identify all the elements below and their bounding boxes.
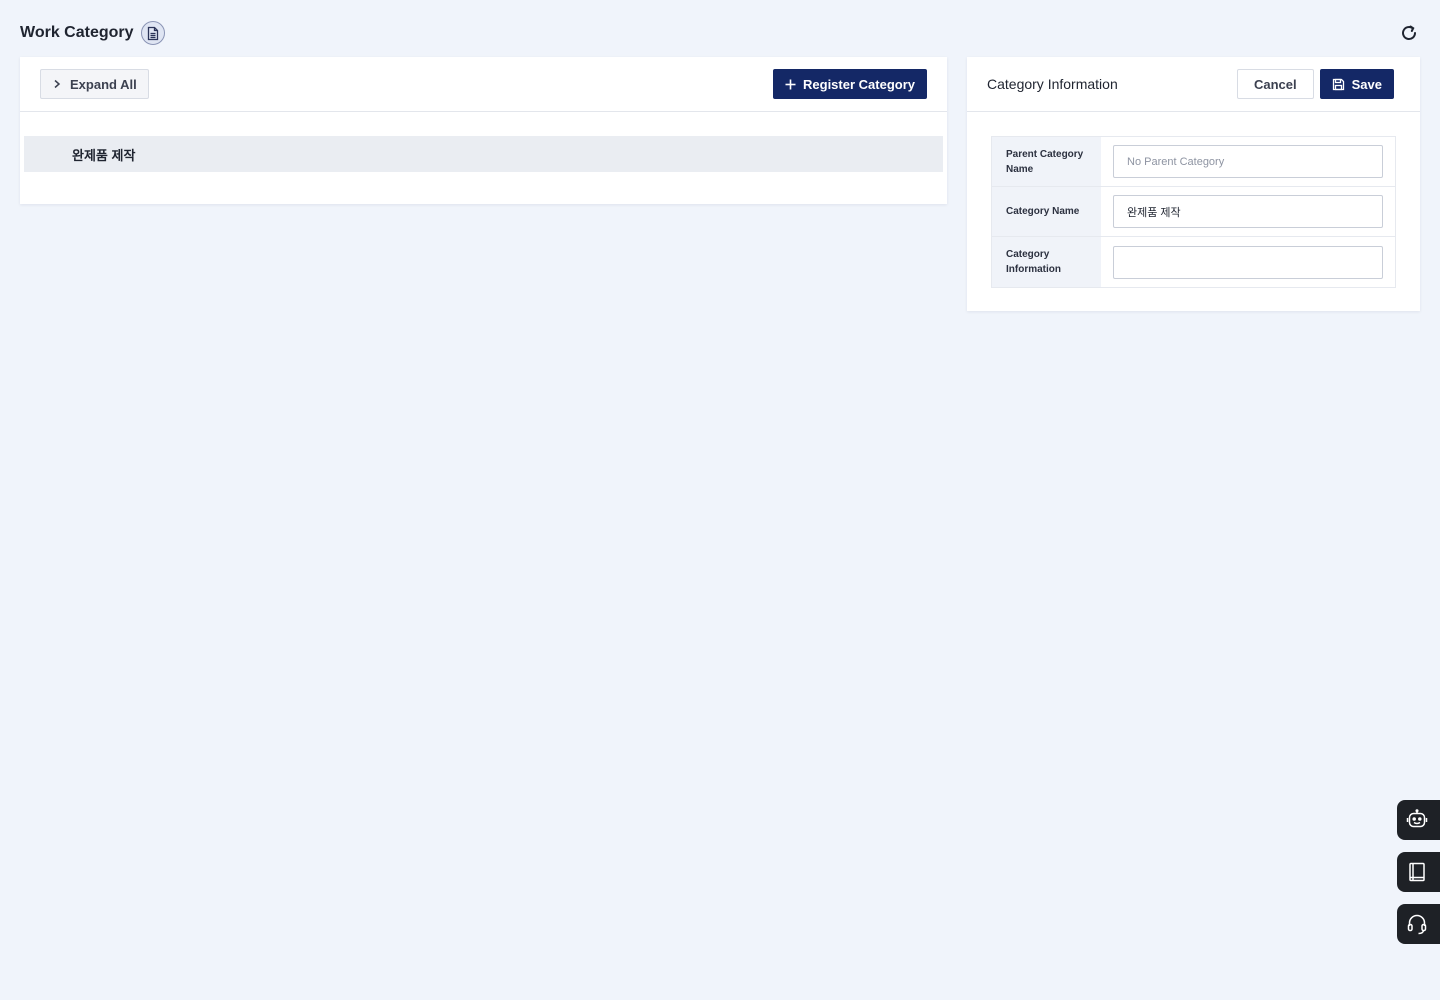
tree-item-label: 완제품 제작 — [72, 147, 136, 163]
save-icon — [1332, 78, 1344, 90]
category-info-label: Category Information — [992, 237, 1101, 287]
register-category-label: Register Category — [803, 76, 915, 92]
category-info-panel: Category Information Cancel Save Parent … — [967, 57, 1420, 311]
parent-category-label: Parent Category Name — [992, 137, 1101, 186]
manual-book-button[interactable] — [1397, 852, 1440, 892]
category-name-cell — [1101, 187, 1395, 236]
document-icon[interactable] — [140, 21, 165, 45]
page-header: Work Category — [20, 18, 1420, 48]
info-actions: Cancel Save — [1236, 69, 1394, 99]
robot-assistant-button[interactable] — [1397, 800, 1440, 840]
page-title: Work Category — [20, 24, 134, 41]
tree-item[interactable]: 완제품 제작 — [24, 136, 943, 172]
cancel-button[interactable]: Cancel — [1236, 69, 1314, 99]
category-form: Parent Category Name Category Name Categ… — [991, 136, 1396, 288]
headset-icon — [1407, 914, 1427, 935]
book-icon — [1409, 862, 1425, 882]
tree-toolbar: Expand All Register Category — [20, 57, 947, 112]
form-row-name: Category Name — [992, 187, 1395, 237]
parent-category-cell — [1101, 137, 1395, 186]
plus-icon — [785, 79, 796, 89]
expand-all-button[interactable]: Expand All — [40, 69, 149, 99]
refresh-icon[interactable] — [1398, 22, 1420, 44]
info-panel-title: Category Information — [987, 76, 1118, 92]
support-headset-button[interactable] — [1397, 904, 1440, 944]
save-button[interactable]: Save — [1319, 69, 1394, 99]
info-toolbar: Category Information Cancel Save — [967, 57, 1420, 112]
save-label: Save — [1351, 76, 1382, 92]
chevron-right-icon — [54, 79, 61, 89]
category-tree-panel: Expand All Register Category 완제품 제작 — [20, 57, 947, 204]
robot-icon — [1406, 809, 1428, 828]
category-name-input[interactable] — [1113, 195, 1383, 228]
category-tree: 완제품 제작 — [20, 112, 947, 172]
category-info-cell — [1101, 237, 1395, 287]
category-name-label: Category Name — [992, 187, 1101, 236]
form-row-info: Category Information — [992, 237, 1395, 287]
expand-all-label: Expand All — [70, 76, 137, 92]
category-info-input[interactable] — [1113, 245, 1383, 279]
register-category-button[interactable]: Register Category — [773, 69, 927, 99]
form-row-parent: Parent Category Name — [992, 137, 1395, 187]
parent-category-input[interactable] — [1113, 145, 1383, 178]
